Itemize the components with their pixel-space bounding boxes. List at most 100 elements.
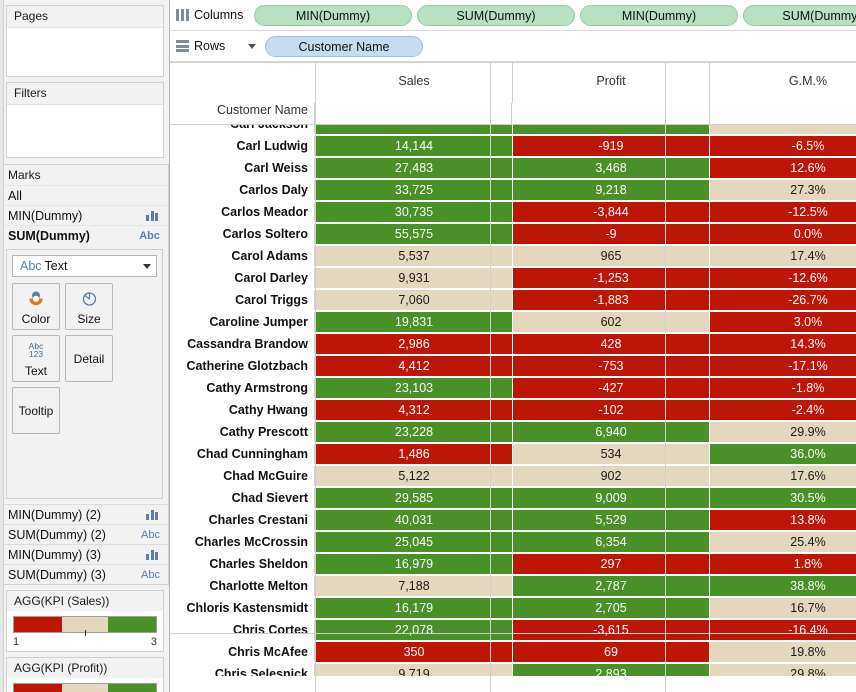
kpi-cell[interactable]: -3,615	[512, 620, 709, 640]
kpi-cell[interactable]: 16.7%	[709, 598, 856, 618]
kpi-cell[interactable]: 350	[315, 642, 512, 662]
table-row[interactable]: Carol Adams 5,537 965 17.4%	[170, 246, 856, 266]
mark-type-select[interactable]: Abc Text	[12, 255, 157, 277]
table-row[interactable]: Carl Weiss 27,483 3,468 12.6%	[170, 158, 856, 178]
row-header-customer-name[interactable]: Carlos Daly	[170, 180, 315, 200]
kpi-cell[interactable]: 7,060	[315, 290, 512, 310]
row-header-customer-name[interactable]: Carol Triggs	[170, 290, 315, 310]
marks-tab-sum-dummy[interactable]: SUM(Dummy) Abc	[1, 225, 168, 245]
kpi-cell[interactable]: 14,144	[315, 136, 512, 156]
kpi-cell[interactable]: 25.4%	[709, 532, 856, 552]
marks-tab-min-dummy-3[interactable]: MIN(Dummy) (3)	[1, 544, 168, 564]
kpi-cell[interactable]: -12.5%	[709, 202, 856, 222]
kpi-cell[interactable]: 69	[512, 642, 709, 662]
columns-pill-2[interactable]: MIN(Dummy)	[580, 4, 738, 26]
kpi-cell[interactable]: 16,979	[315, 554, 512, 574]
table-row[interactable]: Chris Selesnick 9,719 2,893 29.8%	[170, 664, 856, 676]
table-row[interactable]: Chad McGuire 5,122 902 17.6%	[170, 466, 856, 486]
kpi-cell[interactable]: 428	[512, 334, 709, 354]
row-header-customer-name[interactable]: Cassandra Brandow	[170, 334, 315, 354]
kpi-cell[interactable]: 38.8%	[709, 576, 856, 596]
kpi-cell[interactable]: 27,483	[315, 158, 512, 178]
kpi-cell[interactable]: 17.4%	[709, 246, 856, 266]
filters-dropzone[interactable]	[7, 105, 163, 157]
kpi-cell[interactable]: 1,486	[315, 444, 512, 464]
row-header-customer-name[interactable]: Cathy Prescott	[170, 422, 315, 442]
kpi-cell[interactable]: 13.8%	[709, 510, 856, 530]
table-row[interactable]: Chad Sievert 29,585 9,009 30.5%	[170, 488, 856, 508]
kpi-cell[interactable]: 9,218	[512, 180, 709, 200]
kpi-cell[interactable]: 27.3%	[709, 180, 856, 200]
row-header-customer-name[interactable]: Catherine Glotzbach	[170, 356, 315, 376]
marks-tab-all[interactable]: All	[1, 185, 168, 205]
kpi-cell[interactable]: -1,883	[512, 290, 709, 310]
kpi-cell[interactable]: 3,468	[512, 158, 709, 178]
size-button[interactable]: Size	[65, 283, 113, 330]
kpi-cell[interactable]: 17.6%	[709, 466, 856, 486]
columns-pill-3[interactable]: SUM(Dummy)	[743, 4, 856, 26]
row-header-customer-name[interactable]: Chloris Kastensmidt	[170, 598, 315, 618]
detail-button[interactable]: Detail	[65, 335, 113, 382]
kpi-cell[interactable]: 4,412	[315, 356, 512, 376]
row-header-customer-name[interactable]: Chris McAfee	[170, 642, 315, 662]
kpi-cell[interactable]: -1,253	[512, 268, 709, 288]
marks-tab-sum-dummy-3[interactable]: SUM(Dummy) (3) Abc	[1, 564, 168, 584]
kpi-cell[interactable]: 36.0%	[709, 444, 856, 464]
table-row[interactable]: Chris Cortes 22,078 -3,615 -16.4%	[170, 620, 856, 640]
table-row[interactable]: Carlos Daly 33,725 9,218 27.3%	[170, 180, 856, 200]
kpi-cell[interactable]: 2,893	[512, 664, 709, 676]
legend-gradient-bar[interactable]	[13, 616, 157, 636]
table-row[interactable]: Carol Triggs 7,060 -1,883 -26.7%	[170, 290, 856, 310]
kpi-cell[interactable]: 9,719	[315, 664, 512, 676]
kpi-cell[interactable]: -17.1%	[709, 356, 856, 376]
kpi-cell[interactable]: 30,735	[315, 202, 512, 222]
marks-tab-sum-dummy-2[interactable]: SUM(Dummy) (2) Abc	[1, 524, 168, 544]
kpi-cell[interactable]: 19.8%	[709, 642, 856, 662]
table-row[interactable]: Charles Crestani 40,031 5,529 13.8%	[170, 510, 856, 530]
kpi-cell[interactable]: 14.3%	[709, 334, 856, 354]
row-header-customer-name[interactable]: Carl Ludwig	[170, 136, 315, 156]
row-header-customer-name[interactable]: Carl Jackson	[170, 125, 315, 134]
table-row[interactable]: Carlos Meador 30,735 -3,844 -12.5%	[170, 202, 856, 222]
columns-shelf[interactable]: Columns MIN(Dummy) SUM(Dummy) MIN(Dummy)…	[170, 0, 856, 31]
kpi-cell[interactable]	[512, 125, 709, 134]
kpi-cell[interactable]: -12.6%	[709, 268, 856, 288]
row-header-customer-name[interactable]: Carlos Meador	[170, 202, 315, 222]
rows-dropdown-caret-icon[interactable]	[248, 43, 256, 49]
table-row[interactable]: Carl Jackson	[170, 125, 856, 134]
kpi-cell[interactable]: -2.4%	[709, 400, 856, 420]
kpi-cell[interactable]: 23,103	[315, 378, 512, 398]
row-header-customer-name[interactable]: Chad McGuire	[170, 466, 315, 486]
kpi-cell[interactable]: 25,045	[315, 532, 512, 552]
columns-pill-0[interactable]: MIN(Dummy)	[254, 4, 412, 26]
row-header-customer-name[interactable]: Charles McCrossin	[170, 532, 315, 552]
kpi-cell[interactable]: 12.6%	[709, 158, 856, 178]
table-row[interactable]: Catherine Glotzbach 4,412 -753 -17.1%	[170, 356, 856, 376]
kpi-cell[interactable]: 33,725	[315, 180, 512, 200]
kpi-cell[interactable]: 534	[512, 444, 709, 464]
kpi-cell[interactable]: -6.5%	[709, 136, 856, 156]
kpi-cell[interactable]: 30.5%	[709, 488, 856, 508]
rows-pill-0[interactable]: Customer Name	[265, 35, 423, 57]
table-row[interactable]: Chloris Kastensmidt 16,179 2,705 16.7%	[170, 598, 856, 618]
table-row[interactable]: Charlotte Melton 7,188 2,787 38.8%	[170, 576, 856, 596]
marks-tab-min-dummy[interactable]: MIN(Dummy)	[1, 205, 168, 225]
kpi-cell[interactable]: -753	[512, 356, 709, 376]
kpi-cell[interactable]: 5,122	[315, 466, 512, 486]
kpi-cell[interactable]: 7,188	[315, 576, 512, 596]
kpi-cell[interactable]: 29,585	[315, 488, 512, 508]
kpi-cell[interactable]: -3,844	[512, 202, 709, 222]
kpi-cell[interactable]: -1.8%	[709, 378, 856, 398]
table-row[interactable]: Charles McCrossin 25,045 6,354 25.4%	[170, 532, 856, 552]
kpi-cell[interactable]: 6,354	[512, 532, 709, 552]
row-header-customer-name[interactable]: Charles Sheldon	[170, 554, 315, 574]
kpi-cell[interactable]: 16,179	[315, 598, 512, 618]
kpi-cell[interactable]	[709, 125, 856, 134]
table-row[interactable]: Cathy Armstrong 23,103 -427 -1.8%	[170, 378, 856, 398]
kpi-cell[interactable]: 5,537	[315, 246, 512, 266]
kpi-cell[interactable]: 2,986	[315, 334, 512, 354]
kpi-cell[interactable]: 4,312	[315, 400, 512, 420]
row-header-customer-name[interactable]: Cathy Armstrong	[170, 378, 315, 398]
pages-dropzone[interactable]	[7, 28, 163, 76]
kpi-cell[interactable]: 0.0%	[709, 224, 856, 244]
